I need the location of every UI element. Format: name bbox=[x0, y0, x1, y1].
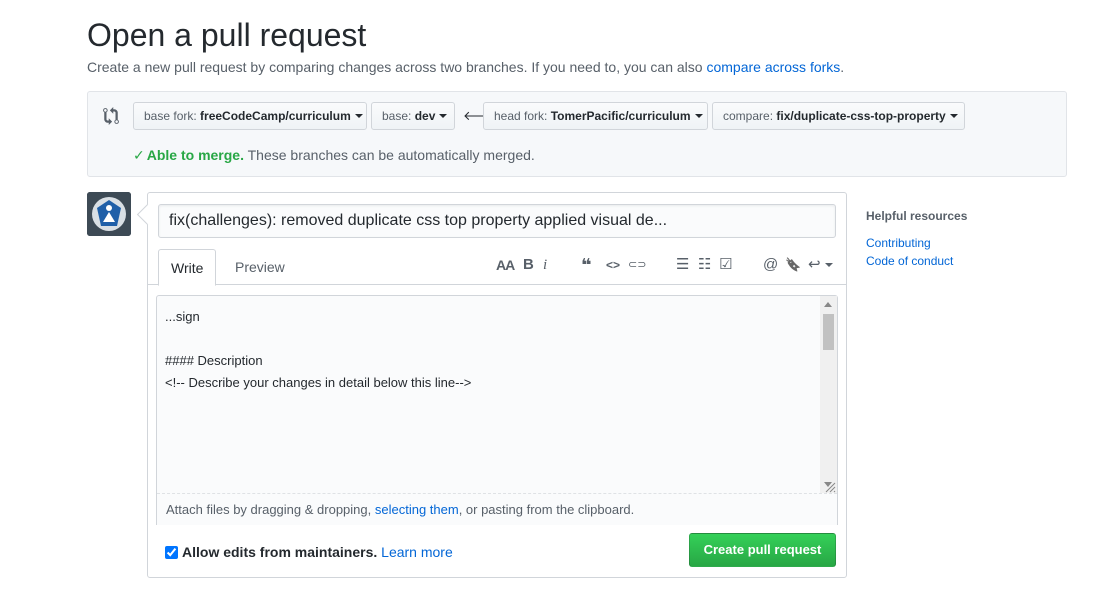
link-icon[interactable]: ⊂⊃ bbox=[628, 255, 646, 275]
quote-icon[interactable]: ❝ bbox=[581, 255, 592, 275]
page-subtitle: Create a new pull request by comparing c… bbox=[87, 58, 844, 76]
check-icon: ✓ bbox=[133, 147, 145, 163]
head-fork-value: TomerPacific/curriculum bbox=[550, 109, 691, 123]
mention-icon[interactable]: @ bbox=[763, 255, 778, 275]
compare-branch-value: fix/duplicate-css-top-property bbox=[776, 109, 946, 123]
tab-write[interactable]: Write bbox=[158, 249, 217, 286]
reference-icon[interactable]: 🔖 bbox=[785, 255, 801, 275]
caret-down-icon bbox=[694, 114, 703, 118]
compare-across-forks-link[interactable]: compare across forks bbox=[706, 59, 840, 75]
allow-edits-checkbox[interactable] bbox=[165, 546, 178, 559]
base-branch-label: base: bbox=[382, 109, 412, 123]
caret-down-icon bbox=[949, 114, 958, 118]
allow-edits-row[interactable]: Allow edits from maintainers. Learn more bbox=[165, 543, 453, 561]
resize-grip-icon[interactable] bbox=[824, 481, 836, 493]
bold-icon[interactable]: B bbox=[523, 255, 534, 275]
header-icon[interactable]: AA bbox=[496, 255, 515, 275]
base-fork-value: freeCodeCamp/curriculum bbox=[200, 109, 351, 123]
reply-glyph: ↩ bbox=[808, 256, 821, 273]
subtitle-text: Create a new pull request by comparing c… bbox=[87, 59, 707, 75]
bullet-list-icon[interactable]: ☰ bbox=[676, 255, 689, 275]
base-branch-value: dev bbox=[414, 109, 436, 123]
head-fork-label: head fork: bbox=[494, 109, 548, 123]
reply-icon[interactable]: ↩ bbox=[808, 255, 833, 275]
attach-text: Attach files by dragging & dropping, bbox=[166, 502, 375, 517]
pr-title-input[interactable] bbox=[158, 204, 836, 238]
code-of-conduct-link[interactable]: Code of conduct bbox=[866, 254, 953, 268]
merge-status: ✓ Able to merge. These branches can be au… bbox=[133, 146, 535, 164]
italic-icon[interactable]: i bbox=[543, 255, 547, 275]
avatar-image bbox=[87, 192, 131, 236]
caret-down-icon bbox=[824, 263, 833, 267]
select-files-link[interactable]: selecting them bbox=[375, 502, 459, 517]
compare-branch-selector[interactable]: compare: fix/duplicate-css-top-property bbox=[712, 102, 965, 130]
compare-branch-label: compare: bbox=[723, 109, 774, 123]
tab-preview[interactable]: Preview bbox=[223, 249, 297, 286]
base-fork-label: base fork: bbox=[144, 109, 197, 123]
page-title: Open a pull request bbox=[87, 17, 367, 53]
base-fork-selector[interactable]: base fork: freeCodeCamp/curriculum bbox=[133, 102, 367, 130]
pr-body-text[interactable]: ...sign #### Description <!-- Describe y… bbox=[165, 306, 471, 394]
merge-status-text: These branches can be automatically merg… bbox=[243, 147, 535, 163]
helpful-resources-heading: Helpful resources bbox=[866, 209, 968, 223]
pr-body-textarea[interactable]: ...sign #### Description <!-- Describe y… bbox=[156, 295, 838, 525]
base-branch-selector[interactable]: base: dev bbox=[371, 102, 455, 130]
head-fork-selector[interactable]: head fork: TomerPacific/curriculum bbox=[483, 102, 708, 130]
task-list-icon[interactable]: ☑ bbox=[719, 255, 732, 275]
scroll-thumb[interactable] bbox=[823, 314, 834, 350]
allow-edits-label: Allow edits from maintainers. bbox=[182, 544, 378, 560]
code-icon[interactable]: <> bbox=[606, 255, 620, 275]
merge-status-ok: Able to merge. bbox=[146, 147, 244, 163]
learn-more-link[interactable]: Learn more bbox=[381, 544, 453, 560]
textarea-scrollbar[interactable] bbox=[820, 296, 837, 493]
pull-request-composer: Write Preview AA B i ❝ <> ⊂⊃ ☰ ☷ ☑ @ 🔖 ↩… bbox=[147, 192, 847, 578]
git-compare-icon bbox=[103, 107, 119, 125]
avatar[interactable] bbox=[87, 192, 131, 236]
caret-down-icon bbox=[439, 114, 448, 118]
create-pull-request-button[interactable]: Create pull request bbox=[689, 533, 836, 567]
branch-range-editor: base fork: freeCodeCamp/curriculum base:… bbox=[87, 91, 1067, 177]
scroll-up-icon[interactable] bbox=[824, 302, 832, 307]
contributing-link[interactable]: Contributing bbox=[866, 236, 931, 250]
attach-text-suffix: , or pasting from the clipboard. bbox=[458, 502, 635, 517]
caret-down-icon bbox=[354, 114, 363, 118]
numbered-list-icon[interactable]: ☷ bbox=[698, 255, 711, 275]
subtitle-suffix: . bbox=[840, 59, 845, 75]
file-attachment-bar[interactable]: Attach files by dragging & dropping, sel… bbox=[157, 493, 837, 525]
